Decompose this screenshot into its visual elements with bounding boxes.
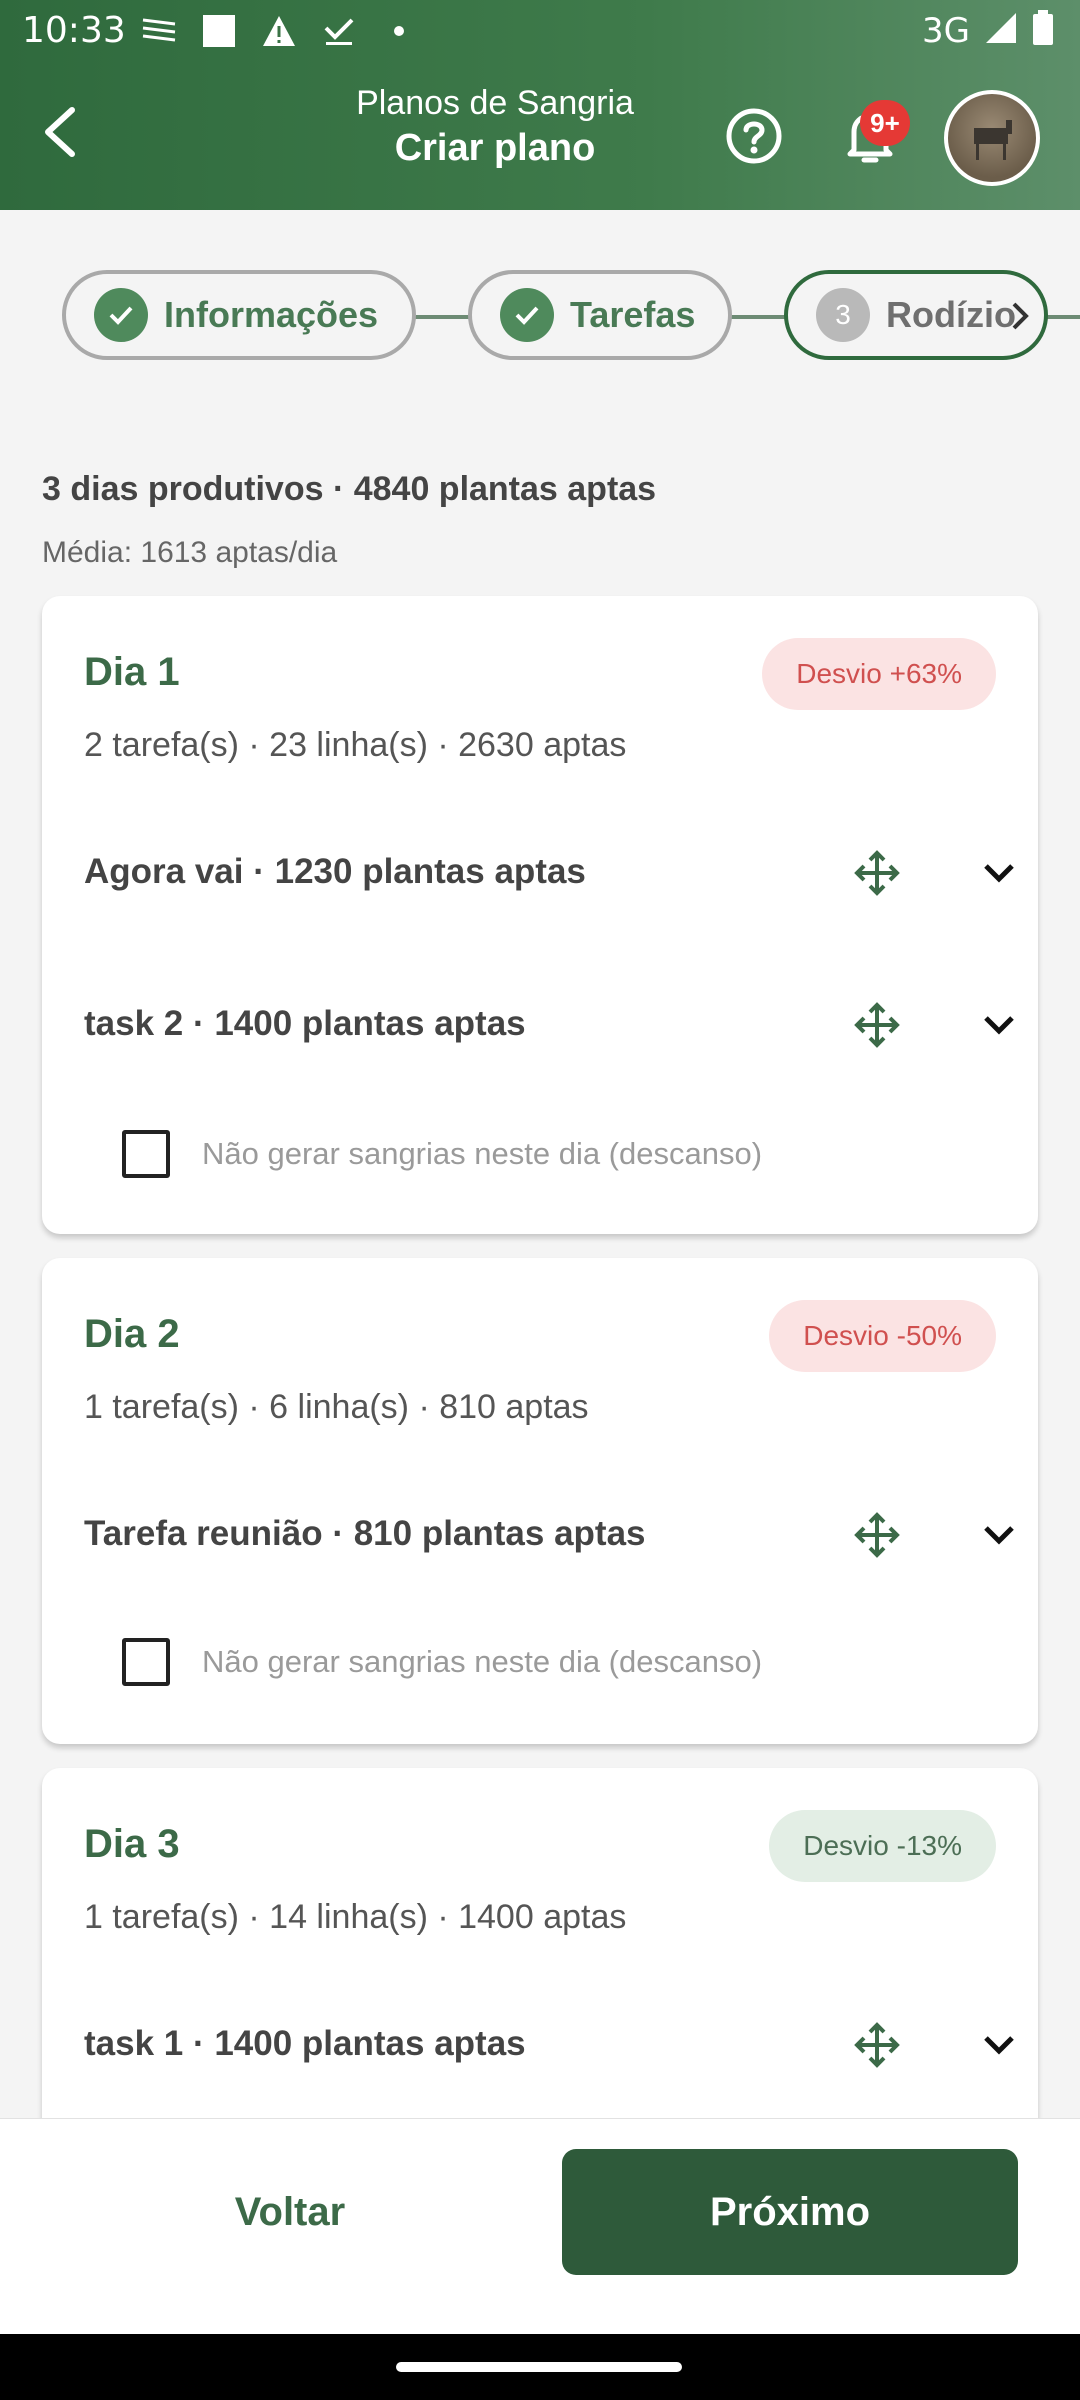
drag-move-icon[interactable] (854, 2022, 900, 2068)
status-bar: 10:33 3G (0, 0, 1080, 62)
drag-move-icon[interactable] (854, 850, 900, 896)
step-tarefas[interactable]: Tarefas (468, 270, 732, 360)
day-title: Dia 3 (84, 1822, 180, 1866)
task-row[interactable]: task 2 · 1400 plantas aptas (84, 994, 1014, 1054)
avatar[interactable] (944, 90, 1040, 186)
chevron-down-icon[interactable] (980, 1006, 1018, 1044)
rest-day-checkbox[interactable]: Não gerar sangrias neste dia (descanso) (122, 1130, 762, 1178)
step-connector (1046, 315, 1080, 319)
deviation-badge: Desvio -13% (769, 1810, 996, 1882)
summary-headline: 3 dias produtivos · 4840 plantas aptas (42, 470, 657, 508)
network-type: 3G (922, 10, 970, 51)
chevron-down-icon[interactable] (980, 1516, 1018, 1554)
checkbox[interactable] (122, 1638, 170, 1686)
drag-move-icon[interactable] (854, 1002, 900, 1048)
warning-icon (260, 12, 298, 50)
notification-badge: 9+ (860, 100, 910, 146)
status-right: 3G (922, 10, 1054, 51)
day-title: Dia 1 (84, 650, 180, 694)
step-connector (412, 315, 472, 319)
bottom-action-bar: Voltar Próximo (0, 2118, 1080, 2334)
step-rodizio[interactable]: 3 Rodízio (784, 270, 1048, 360)
rest-day-checkbox[interactable]: Não gerar sangrias neste dia (descanso) (122, 1638, 762, 1686)
day-card: Dia 2 Desvio -50% 1 tarefa(s) · 6 linha(… (42, 1258, 1038, 1744)
back-button[interactable]: Voltar (60, 2149, 520, 2275)
day-meta: 1 tarefa(s) · 14 linha(s) · 1400 aptas (84, 1898, 627, 1936)
signal-icon (984, 11, 1018, 50)
checkbox[interactable] (122, 1130, 170, 1178)
task-row[interactable]: Tarefa reunião · 810 plantas aptas (84, 1504, 1014, 1564)
system-nav-bar (0, 2334, 1080, 2400)
day-meta: 1 tarefa(s) · 6 linha(s) · 810 aptas (84, 1388, 589, 1426)
dot-icon (380, 12, 418, 50)
step-connector (728, 315, 788, 319)
layers-icon (140, 12, 178, 50)
chevron-right-icon (1008, 298, 1032, 339)
square-icon (200, 12, 238, 50)
step-number: 3 (816, 288, 870, 342)
day-meta: 2 tarefa(s) · 23 linha(s) · 2630 aptas (84, 726, 627, 764)
task-row[interactable]: task 1 · 1400 plantas aptas (84, 2014, 1014, 2074)
deviation-badge: Desvio -50% (769, 1300, 996, 1372)
header-titles: Planos de Sangria Criar plano (240, 84, 750, 170)
summary-average: Média: 1613 aptas/dia (42, 536, 338, 569)
step-label: Rodízio (886, 294, 1016, 335)
check-icon (94, 288, 148, 342)
step-informacoes[interactable]: Informações (62, 270, 416, 360)
day-title: Dia 2 (84, 1312, 180, 1356)
stepper: Informações Tarefas 3 Rodízio (0, 270, 1080, 364)
rest-day-label: Não gerar sangrias neste dia (descanso) (202, 1136, 763, 1171)
step-label: Tarefas (570, 294, 696, 335)
task-row[interactable]: Agora vai · 1230 plantas aptas (84, 842, 1014, 902)
check-icon (500, 288, 554, 342)
top-bar: 10:33 3G Planos de Sangria Criar plano 9… (0, 0, 1080, 210)
header-supertitle: Planos de Sangria (356, 84, 634, 122)
rest-day-label: Não gerar sangrias neste dia (descanso) (202, 1644, 763, 1679)
page-title: Criar plano (394, 127, 596, 169)
download-done-icon (320, 12, 358, 50)
home-handle[interactable] (396, 2362, 682, 2372)
day-card: Dia 1 Desvio +63% 2 tarefa(s) · 23 linha… (42, 596, 1038, 1234)
arrow-back-icon[interactable] (30, 102, 90, 162)
drag-move-icon[interactable] (854, 1512, 900, 1558)
status-time: 10:33 (22, 10, 126, 51)
battery-icon (1032, 10, 1054, 51)
chevron-down-icon[interactable] (980, 2026, 1018, 2064)
step-label: Informações (164, 294, 379, 335)
next-button[interactable]: Próximo (562, 2149, 1018, 2275)
help-icon[interactable] (722, 104, 786, 168)
deviation-badge: Desvio +63% (762, 638, 996, 710)
chevron-down-icon[interactable] (980, 854, 1018, 892)
status-icons (140, 12, 418, 50)
app-bar: Planos de Sangria Criar plano 9+ (0, 62, 1080, 210)
